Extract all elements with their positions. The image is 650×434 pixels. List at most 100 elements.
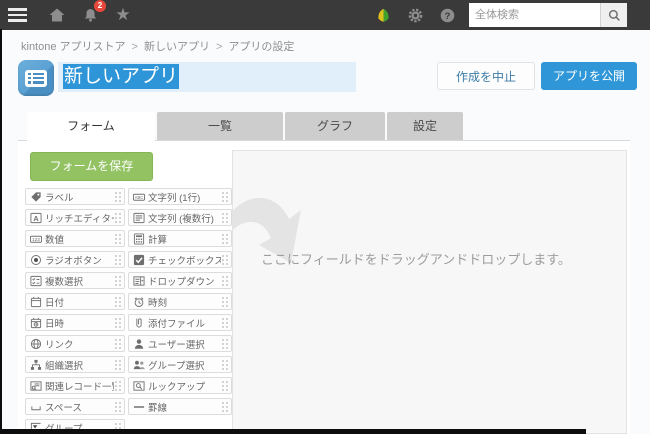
dropdown-icon <box>132 274 145 287</box>
hamburger-menu-icon[interactable] <box>0 0 34 30</box>
field-label: スペース <box>45 402 82 414</box>
field-label: チェックボックス <box>148 255 221 267</box>
publish-app-button[interactable]: アプリを公開 <box>541 62 637 90</box>
group-select-icon <box>132 358 145 371</box>
field-palette-item[interactable]: 日時 <box>25 314 125 331</box>
app-icon[interactable] <box>18 60 54 96</box>
link-icon <box>29 337 42 350</box>
text-multi-icon <box>132 211 145 224</box>
cancel-creation-button[interactable]: 作成を中止 <box>437 62 535 90</box>
drag-handle-icon[interactable] <box>221 380 228 391</box>
field-palette-item[interactable]: グループ選択 <box>128 356 232 373</box>
drag-handle-icon[interactable] <box>114 380 121 391</box>
datetime-icon <box>29 316 42 329</box>
settings-tabs: フォーム 一覧 グラフ 設定 <box>27 112 463 141</box>
text-single-icon: ABC <box>132 190 145 203</box>
breadcrumb-link-store[interactable]: kintone アプリストア <box>21 41 126 53</box>
field-label: 計算 <box>148 234 168 246</box>
field-label: ユーザー選択 <box>148 339 205 351</box>
radio-icon <box>29 253 42 266</box>
field-palette-item[interactable]: ラジオボタン <box>25 251 125 268</box>
field-palette-item[interactable]: 時刻 <box>128 293 232 310</box>
field-palette-left-column: ラベル A リッチエディター 123 数値ラジオボタン 複数選択日付日時リンク組織選択関連… <box>25 188 125 434</box>
field-palette-item[interactable]: 文字列 (複数行) <box>128 209 232 226</box>
drag-handle-icon[interactable] <box>221 275 228 286</box>
field-label: ドロップダウン <box>148 276 215 288</box>
drag-handle-icon[interactable] <box>114 296 121 307</box>
field-palette-item[interactable]: 123 数値 <box>25 230 125 247</box>
drag-handle-icon[interactable] <box>221 401 228 412</box>
drag-handle-icon[interactable] <box>221 212 228 223</box>
rich-editor-icon: A <box>29 211 42 224</box>
field-palette-item[interactable]: 罫線 <box>128 398 232 415</box>
field-label: 日時 <box>45 318 65 330</box>
drag-handle-icon[interactable] <box>221 338 228 349</box>
field-palette-item[interactable]: チェックボックス <box>128 251 232 268</box>
form-canvas-dropzone[interactable]: ここにフィールドをドラッグアンドドロップします。 <box>232 150 627 434</box>
drag-handle-icon[interactable] <box>114 233 121 244</box>
gear-icon[interactable] <box>405 5 425 25</box>
drag-handle-icon[interactable] <box>221 359 228 370</box>
drag-handle-icon[interactable] <box>114 401 121 412</box>
breadcrumb-link-new-app[interactable]: 新しいアプリ <box>144 41 210 53</box>
field-palette-item[interactable]: 計算 <box>128 230 232 247</box>
field-palette-item[interactable]: 添付ファイル <box>128 314 232 331</box>
selected-text: 新しいアプリ <box>63 64 180 89</box>
home-icon[interactable] <box>47 5 67 25</box>
svg-text:123: 123 <box>32 237 40 242</box>
user-select-icon <box>132 337 145 350</box>
drag-handle-icon[interactable] <box>114 317 121 328</box>
tab-form[interactable]: フォーム <box>27 112 155 141</box>
global-search-input[interactable] <box>469 3 600 27</box>
drag-handle-icon[interactable] <box>114 275 121 286</box>
tab-graph[interactable]: グラフ <box>285 112 385 140</box>
search-button[interactable] <box>600 3 627 27</box>
drag-handle-icon[interactable] <box>114 212 121 223</box>
field-palette-item[interactable]: 組織選択 <box>25 356 125 373</box>
field-palette-item[interactable]: ルックアップ <box>128 377 232 394</box>
field-palette-item[interactable]: 複数選択 <box>25 272 125 289</box>
tag-icon <box>29 190 42 203</box>
breadcrumb: kintone アプリストア > 新しいアプリ > アプリの設定 <box>21 41 295 53</box>
field-label: 数値 <box>45 234 65 246</box>
number-icon: 123 <box>29 232 42 245</box>
field-palette-item[interactable]: リンク <box>25 335 125 352</box>
time-icon <box>132 295 145 308</box>
field-palette-right-column: ABC 文字列 (1行) 文字列 (複数行) 計算チェックボックス ドロップダウン 時刻添… <box>128 188 232 419</box>
drag-handle-icon[interactable] <box>221 317 228 328</box>
drag-handle-icon[interactable] <box>221 296 228 307</box>
drag-handle-icon[interactable] <box>114 254 121 265</box>
field-palette-item[interactable]: 関連レコード一覧 <box>25 377 125 394</box>
drag-handle-icon[interactable] <box>114 338 121 349</box>
related-records-icon <box>29 379 42 392</box>
drag-handle-icon[interactable] <box>114 359 121 370</box>
drag-handle-icon[interactable] <box>221 254 228 265</box>
beginner-guide-icon[interactable] <box>373 5 393 25</box>
help-icon[interactable]: ? <box>437 5 457 25</box>
tab-list[interactable]: 一覧 <box>157 112 283 140</box>
field-palette-item[interactable]: スペース <box>25 398 125 415</box>
field-label: 時刻 <box>148 297 168 309</box>
notifications-bell-icon[interactable]: 2 <box>80 0 106 25</box>
field-label: 文字列 (1行) <box>148 192 201 204</box>
date-icon <box>29 295 42 308</box>
save-form-button[interactable]: フォームを保存 <box>30 152 153 181</box>
kintone-app-settings-screen: 2 ★ ? kintone アプリストア>新しいアプリ>アプリの設定 <box>0 0 650 434</box>
field-palette-item[interactable]: ユーザー選択 <box>128 335 232 352</box>
field-palette-item[interactable]: 日付 <box>25 293 125 310</box>
field-palette-item[interactable]: ABC 文字列 (1行) <box>128 188 232 205</box>
global-header: 2 ★ ? <box>0 0 650 30</box>
tab-settings[interactable]: 設定 <box>387 112 463 140</box>
field-palette-item[interactable]: ドロップダウン <box>128 272 232 289</box>
field-label: リンク <box>45 339 74 351</box>
drag-handle-icon[interactable] <box>221 233 228 244</box>
favorites-star-icon[interactable]: ★ <box>113 5 133 25</box>
app-name-input[interactable]: 新しいアプリ <box>58 62 356 92</box>
field-label: 組織選択 <box>45 360 84 372</box>
global-search <box>469 3 627 27</box>
drag-handle-icon[interactable] <box>221 191 228 202</box>
field-label: 日付 <box>45 297 65 309</box>
field-palette-item[interactable]: A リッチエディター <box>25 209 125 226</box>
field-palette-item[interactable]: ラベル <box>25 188 125 205</box>
drag-handle-icon[interactable] <box>114 191 121 202</box>
